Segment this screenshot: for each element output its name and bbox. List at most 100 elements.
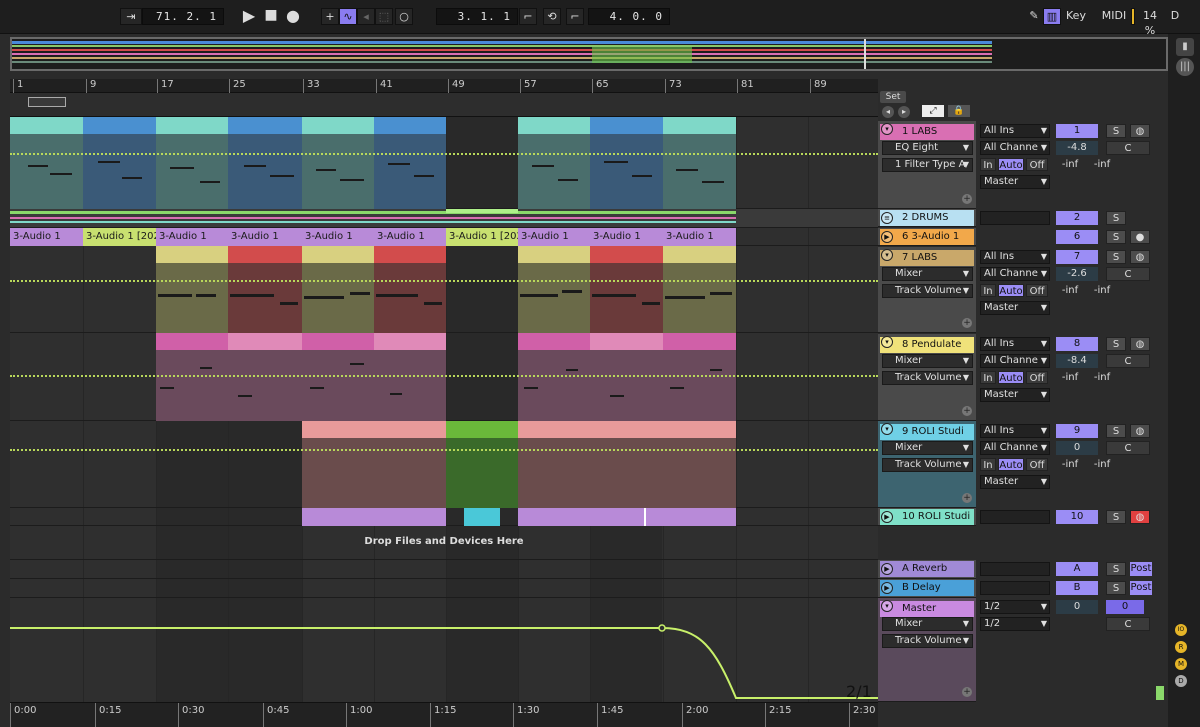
audio-clip[interactable]: 3-Audio 1 bbox=[228, 228, 302, 246]
input-type-select[interactable]: All Ins ▼ bbox=[980, 124, 1050, 138]
volume-field[interactable]: -2.6 bbox=[1056, 267, 1098, 281]
track-lane-1-labs[interactable] bbox=[10, 117, 878, 209]
midi-clip[interactable] bbox=[156, 333, 228, 421]
add-lane-icon[interactable]: + bbox=[962, 194, 972, 204]
overview-toggle-icon[interactable]: ||| bbox=[1176, 58, 1194, 76]
io-toggle-button[interactable]: IO bbox=[1175, 624, 1187, 636]
arm-icon[interactable]: ◍ bbox=[1130, 424, 1150, 438]
play-icon[interactable]: ▶ bbox=[240, 8, 258, 25]
track-title[interactable]: 1 LABS bbox=[880, 124, 974, 140]
device-chooser[interactable]: Mixer ▼ bbox=[882, 617, 973, 631]
browser-toggle-icon[interactable]: ▮ bbox=[1176, 38, 1194, 56]
track-title[interactable]: B Delay bbox=[880, 580, 974, 596]
arm-icon[interactable]: ◍ bbox=[1130, 337, 1150, 351]
output-select[interactable] bbox=[980, 211, 1050, 225]
midi-clip[interactable] bbox=[302, 246, 374, 333]
track-title[interactable]: 9 ROLI Studi bbox=[880, 424, 974, 440]
audio-clip[interactable]: 3-Audio 1 [202 bbox=[83, 228, 156, 246]
track-header-2-drums[interactable]: 2 DRUMS ≡ bbox=[878, 209, 976, 227]
post-button[interactable]: Post bbox=[1130, 581, 1152, 595]
fold-icon[interactable]: ▾ bbox=[881, 423, 893, 435]
monitor-auto-button[interactable]: Auto bbox=[998, 284, 1024, 297]
input-channel-select[interactable]: All Channe ▼ bbox=[980, 267, 1050, 281]
audio-clip[interactable]: 3-Audio 1 bbox=[518, 228, 590, 246]
group-icon[interactable]: ≡ bbox=[881, 212, 893, 224]
pan-field[interactable]: C bbox=[1106, 267, 1150, 281]
monitor-in-button[interactable]: In bbox=[980, 458, 996, 471]
midi-clip[interactable] bbox=[374, 421, 446, 508]
automation-arm-icon[interactable]: ∿ bbox=[339, 8, 357, 25]
beat-ruler[interactable]: 1 9 17 25 33 41 49 57 65 73 81 89 bbox=[10, 79, 878, 93]
send-b-field[interactable]: -inf bbox=[1088, 158, 1116, 171]
add-lane-icon[interactable]: + bbox=[962, 318, 972, 328]
input-type-select[interactable]: All Ins ▼ bbox=[980, 424, 1050, 438]
midi-clip[interactable] bbox=[374, 333, 446, 421]
arm-icon[interactable]: ● bbox=[1130, 230, 1150, 244]
arm-icon[interactable]: ◍ bbox=[1130, 510, 1150, 524]
midi-clip[interactable] bbox=[590, 117, 663, 209]
solo-button[interactable]: S bbox=[1106, 424, 1126, 438]
output-select[interactable] bbox=[980, 510, 1050, 524]
punch-out-icon[interactable]: ⌐ bbox=[566, 8, 584, 25]
track-activator[interactable]: B bbox=[1056, 581, 1098, 595]
loop-switch-icon[interactable]: ⟲ bbox=[543, 8, 561, 25]
monitor-off-button[interactable]: Off bbox=[1026, 284, 1048, 297]
keyboard-icon[interactable]: ▥ bbox=[1043, 8, 1061, 25]
track-title[interactable]: 8 Pendulate bbox=[880, 337, 974, 353]
output-select[interactable]: Master ▼ bbox=[980, 301, 1050, 315]
track-lane-8-pendulate[interactable] bbox=[10, 333, 878, 421]
midi-clip[interactable] bbox=[590, 421, 663, 508]
arm-icon[interactable]: ◍ bbox=[1130, 124, 1150, 138]
midi-clip[interactable] bbox=[374, 246, 446, 333]
monitor-in-button[interactable]: In bbox=[980, 284, 996, 297]
returns-toggle-button[interactable]: R bbox=[1175, 641, 1187, 653]
audio-clip[interactable]: 3-Audio 1 bbox=[156, 228, 228, 246]
track-title[interactable]: 6 3-Audio 1 bbox=[880, 229, 974, 245]
send-a-field[interactable]: -inf bbox=[1056, 158, 1084, 171]
follow-icon[interactable]: ⇥ bbox=[120, 8, 142, 25]
param-chooser[interactable]: Track Volume ▼ bbox=[882, 634, 973, 648]
audio-clip[interactable]: 3-Audio 1 [202 bbox=[446, 228, 518, 246]
key-map-button[interactable]: Key bbox=[1062, 8, 1090, 25]
master-volume-automation[interactable] bbox=[10, 598, 878, 702]
time-ruler[interactable]: 0:00 0:15 0:30 0:45 1:00 1:15 1:30 1:45 … bbox=[10, 702, 878, 727]
track-header-8-pendulate[interactable]: 8 Pendulate ▾ Mixer ▼ Track Volume ▼ + bbox=[878, 334, 976, 421]
midi-clip[interactable] bbox=[663, 117, 736, 209]
param-chooser[interactable]: Track Volume ▼ bbox=[882, 458, 973, 472]
track-header-1-labs[interactable]: 1 LABS ▾ EQ Eight ▼ 1 Filter Type A ▼ + bbox=[878, 121, 976, 209]
audio-clip[interactable] bbox=[302, 508, 446, 526]
delay-toggle-button[interactable]: D bbox=[1175, 675, 1187, 687]
play-icon[interactable]: ▶ bbox=[881, 563, 893, 575]
track-header-6-audio[interactable]: 6 3-Audio 1 ▶ bbox=[878, 228, 976, 246]
midi-clip[interactable] bbox=[590, 246, 663, 333]
set-button[interactable]: Set bbox=[880, 91, 906, 103]
track-activator[interactable]: 7 bbox=[1056, 250, 1098, 264]
record-icon[interactable]: ● bbox=[284, 8, 302, 25]
midi-clip[interactable] bbox=[518, 333, 590, 421]
volume-field[interactable]: -8.4 bbox=[1056, 354, 1098, 368]
fold-icon[interactable]: ▾ bbox=[881, 123, 893, 135]
fold-icon[interactable]: ▾ bbox=[881, 336, 893, 348]
add-lane-icon[interactable]: + bbox=[962, 687, 972, 697]
track-activator[interactable]: 2 bbox=[1056, 211, 1098, 225]
midi-clip[interactable] bbox=[228, 246, 302, 333]
audio-clip[interactable]: 3-Audio 1 bbox=[10, 228, 83, 246]
session-record-icon[interactable]: ○ bbox=[395, 8, 413, 25]
monitor-off-button[interactable]: Off bbox=[1026, 371, 1048, 384]
track-header-10-roli[interactable]: 10 ROLI Studi ▶ bbox=[878, 508, 976, 526]
param-chooser[interactable]: Track Volume ▼ bbox=[882, 371, 973, 385]
back-to-arrangement-icon[interactable]: ◂ bbox=[357, 8, 375, 25]
draw-mode-icon[interactable]: ✎ bbox=[1025, 8, 1043, 25]
send-b-field[interactable]: -inf bbox=[1088, 284, 1116, 297]
master-header[interactable]: Master ▾ Mixer ▼ Track Volume ▼ + bbox=[878, 598, 976, 702]
track-lane-10-roli[interactable] bbox=[10, 508, 878, 526]
output-select[interactable] bbox=[980, 581, 1050, 595]
solo-button[interactable]: S bbox=[1106, 211, 1126, 225]
input-channel-select[interactable]: All Channe ▼ bbox=[980, 141, 1050, 155]
loop-length[interactable]: 4. 0. 0 bbox=[588, 8, 670, 25]
cue-out-select[interactable]: 1/2 ▼ bbox=[980, 600, 1050, 614]
midi-clip[interactable] bbox=[663, 421, 736, 508]
volume-field[interactable]: -4.8 bbox=[1056, 141, 1098, 155]
output-select[interactable]: Master ▼ bbox=[980, 388, 1050, 402]
monitor-in-button[interactable]: In bbox=[980, 371, 996, 384]
